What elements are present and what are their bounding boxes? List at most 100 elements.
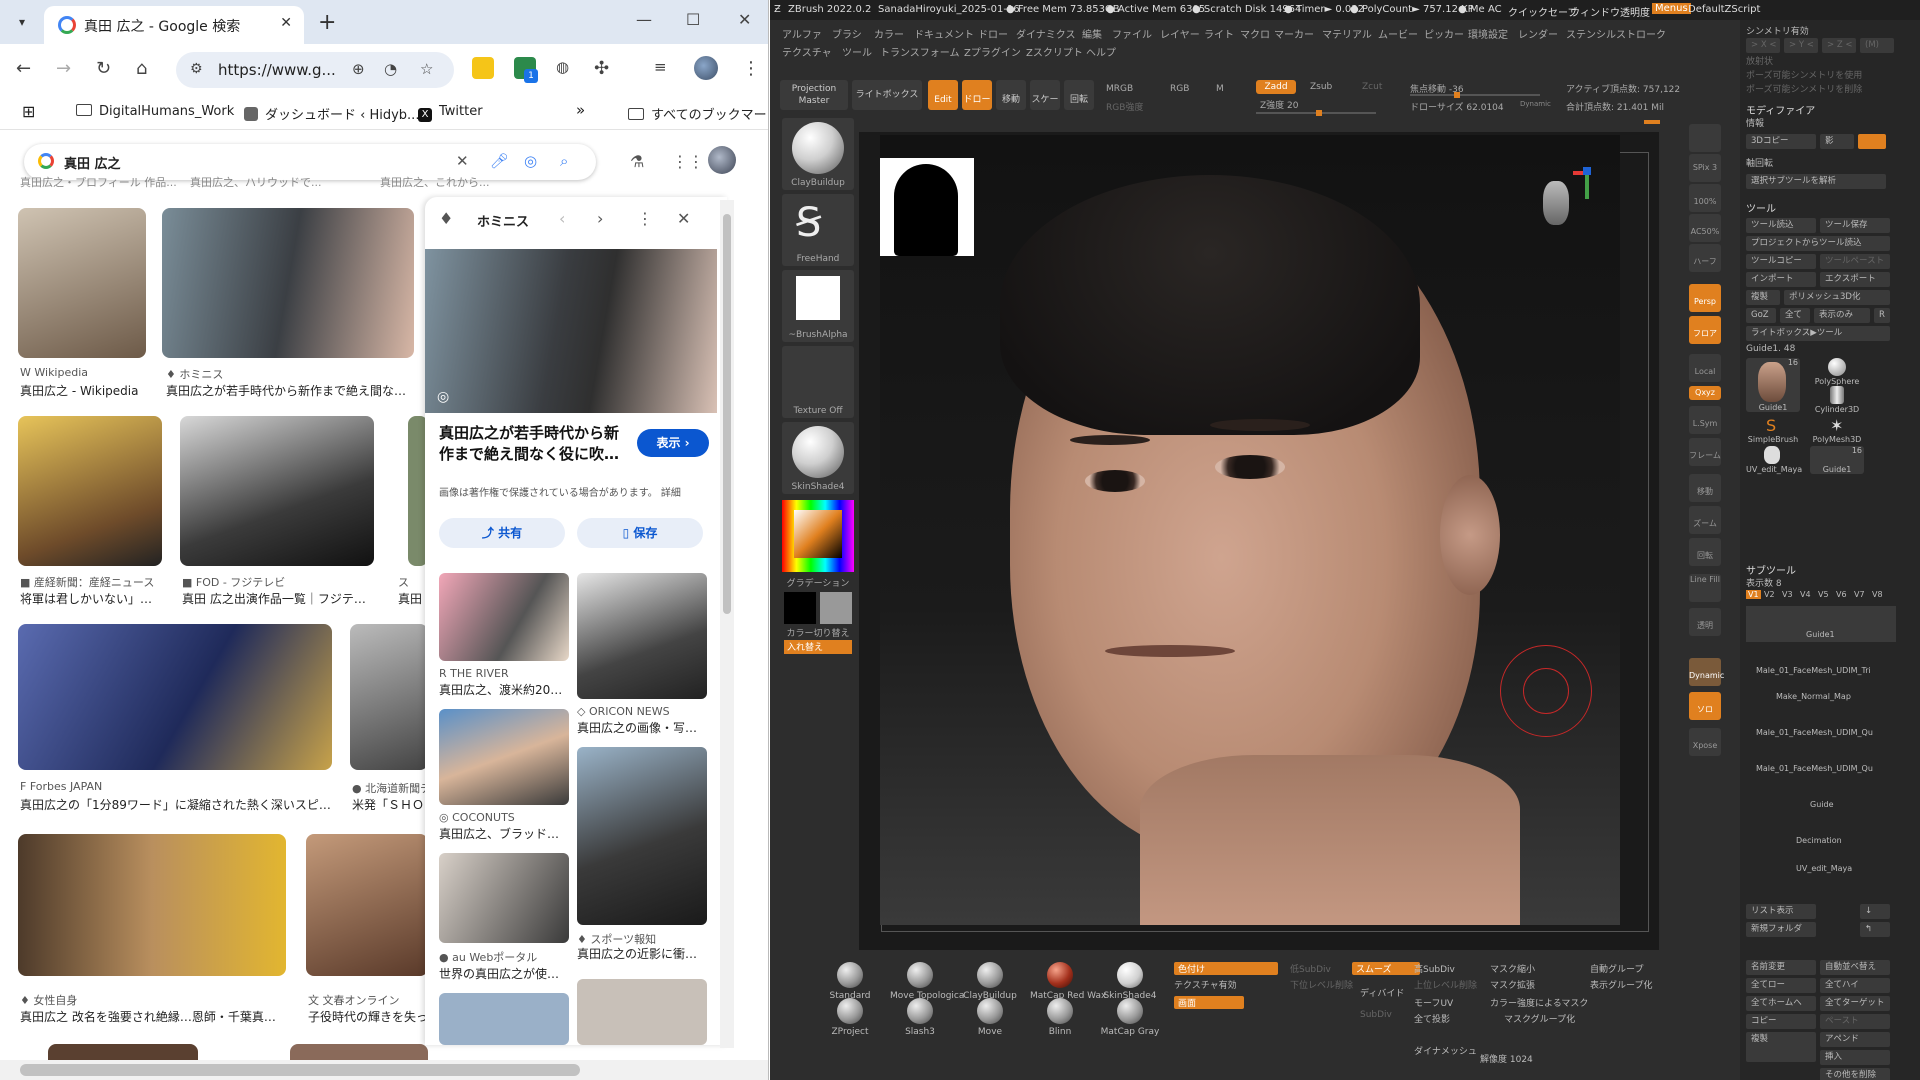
home-icon[interactable]: ⌂: [136, 58, 147, 79]
voice-search-icon[interactable]: 🎤︎: [490, 152, 509, 170]
color-picker[interactable]: [782, 500, 854, 572]
rgb-button[interactable]: RGB: [1170, 84, 1189, 94]
mask-group-button[interactable]: マスクグループ化: [1504, 1012, 1575, 1025]
copy-subtool-button[interactable]: コピー: [1746, 1014, 1816, 1029]
bookmarks-overflow[interactable]: »: [576, 101, 585, 119]
material-matcap-gray[interactable]: MatCap Gray: [1100, 994, 1160, 1058]
menu-item[interactable]: 環境設定: [1468, 26, 1508, 41]
lsym-button[interactable]: L.Sym: [1689, 406, 1721, 434]
result-title[interactable]: 米発「ＳＨＯ: [352, 796, 428, 813]
sym-z-button[interactable]: > Z <: [1822, 38, 1856, 53]
delete-other-button[interactable]: その他を削除: [1820, 1068, 1890, 1080]
address-bar[interactable]: ⚙ https://www.g... ⊕ ◔ ☆: [176, 52, 454, 88]
goz-r-button[interactable]: R: [1874, 308, 1890, 323]
color-square[interactable]: [794, 510, 842, 558]
menu-item[interactable]: ファイル: [1112, 26, 1152, 41]
related-title[interactable]: 真田広之、ブラッド…: [439, 825, 569, 842]
floor-button[interactable]: フロア: [1689, 316, 1721, 344]
tool-thumb[interactable]: UV_edit_Maya: [1746, 446, 1802, 474]
rotate-mode-button[interactable]: 回転: [1064, 80, 1094, 110]
auto-groups-button[interactable]: 自動グループ: [1590, 962, 1643, 975]
screen-toggle[interactable]: 画面: [1174, 996, 1244, 1009]
goz-all-button[interactable]: 全て: [1780, 308, 1810, 323]
paste-subtool-button[interactable]: ペースト: [1820, 1014, 1890, 1029]
axis-rotate-label[interactable]: 軸回転: [1746, 156, 1773, 169]
related-source[interactable]: ◇ ORICON NEWS: [577, 705, 670, 718]
delete-pose-sym-button[interactable]: ポーズ可能シンメトリを削除: [1746, 82, 1862, 95]
delete-lower-button[interactable]: 下位レベル削除: [1290, 978, 1353, 991]
result-image[interactable]: [18, 624, 332, 770]
back-icon[interactable]: ←: [16, 58, 31, 79]
spix-button[interactable]: SPix 3: [1689, 154, 1721, 182]
menu-item[interactable]: テクスチャ: [782, 44, 832, 59]
move-up-button[interactable]: ↰: [1860, 922, 1890, 937]
info-label[interactable]: 情報: [1746, 116, 1764, 129]
zscript-button[interactable]: DefaultZScript: [1688, 4, 1760, 15]
transparent-button[interactable]: 透明: [1689, 608, 1721, 636]
close-panel-icon[interactable]: ✕: [677, 209, 690, 228]
modifier-header[interactable]: モディファイア: [1746, 102, 1815, 117]
shadow-toggle[interactable]: [1858, 134, 1886, 149]
frame-button[interactable]: フレーム: [1689, 438, 1721, 466]
rgb-intensity-slider[interactable]: RGB強度: [1106, 100, 1143, 113]
related-image[interactable]: [439, 709, 569, 805]
swap-button[interactable]: 入れ替え: [784, 640, 852, 654]
bookmark-item[interactable]: ダッシュボード ‹ Hidyb...: [244, 104, 419, 123]
related-image[interactable]: [439, 993, 569, 1045]
subtool-item[interactable]: Guide: [1746, 786, 1896, 822]
duplicate-subtool-button[interactable]: 複製: [1746, 1032, 1816, 1062]
shadow-button[interactable]: 影: [1820, 134, 1854, 149]
material-selector[interactable]: SkinShade4: [782, 422, 854, 494]
material-blinn[interactable]: Blinn: [1030, 994, 1090, 1058]
menu-item[interactable]: ピッカー: [1424, 26, 1464, 41]
mask-shrink-button[interactable]: マスク縮小: [1490, 962, 1535, 975]
bookmark-star-icon[interactable]: ☆: [420, 60, 433, 78]
m-button[interactable]: M: [1216, 84, 1224, 94]
copy-tool-button[interactable]: ツールコピー: [1746, 254, 1816, 269]
vertical-scrollbar[interactable]: [720, 200, 734, 1048]
search-icon[interactable]: ⌕: [560, 152, 568, 170]
subtool-item[interactable]: Make_Normal_Map: [1746, 678, 1896, 714]
panel-title[interactable]: 真田広之が若手時代から新作まで絶え間なく役に吹…: [439, 423, 629, 465]
labs-icon[interactable]: ⚗: [630, 152, 644, 171]
rename-button[interactable]: 名前変更: [1746, 960, 1816, 975]
menu-item[interactable]: マクロ: [1240, 26, 1270, 41]
scale-mode-button[interactable]: スケール: [1030, 80, 1060, 145]
pose-sym-button[interactable]: ポーズ可能シンメトリを使用: [1746, 68, 1862, 81]
related-image[interactable]: [577, 979, 707, 1045]
dynamic-solo-button[interactable]: Dynamic: [1689, 658, 1724, 686]
close-window-icon[interactable]: ✕: [738, 10, 751, 29]
menu-item[interactable]: ライト: [1204, 26, 1234, 41]
menu-item[interactable]: トランスフォーム: [880, 44, 960, 59]
google-apps-icon[interactable]: ⋮⋮: [672, 152, 704, 171]
subtool-item[interactable]: Male_01_FaceMesh_UDIM_Qu: [1746, 714, 1896, 750]
menu-item[interactable]: ヘルプ: [1086, 44, 1116, 59]
menu-item[interactable]: ダイナミクス: [1016, 26, 1076, 41]
transparency-button[interactable]: ウィンドウ透明度: [1570, 4, 1650, 19]
subtool-item[interactable]: UV_edit_Maya: [1746, 858, 1896, 894]
group-visible-button[interactable]: 表示グループ化: [1590, 978, 1652, 991]
share-button[interactable]: ⤴ 共有: [439, 518, 565, 548]
result-title[interactable]: 真田 広之出演作品一覧｜フジテ…: [182, 590, 376, 607]
all-high-button[interactable]: 全てハイ: [1820, 978, 1890, 993]
menu-item[interactable]: アルファ: [782, 26, 822, 41]
faded-result-title[interactable]: 真田広之、ハリウッドで...: [190, 174, 322, 190]
related-image[interactable]: [577, 573, 707, 699]
clone-button[interactable]: 複製: [1746, 290, 1780, 305]
menus-button[interactable]: Menus: [1652, 3, 1691, 14]
sym-y-button[interactable]: > Y <: [1784, 38, 1818, 53]
draw-button[interactable]: ドロー: [962, 80, 992, 110]
tool-thumb[interactable]: 16 Guide1: [1810, 446, 1864, 474]
save-button[interactable]: ▯ 保存: [577, 518, 703, 548]
subtool-item[interactable]: Decimation: [1746, 822, 1896, 858]
persp-button[interactable]: Persp: [1689, 284, 1721, 312]
export-button[interactable]: エクスポート: [1820, 272, 1890, 287]
alpha-selector[interactable]: ~BrushAlpha: [782, 270, 854, 342]
brush-zproject[interactable]: ZProject: [820, 994, 880, 1058]
result-title[interactable]: 真田広之が若手時代から新作まで絶え間な…: [166, 382, 418, 399]
result-image[interactable]: [306, 834, 428, 976]
extension-icon[interactable]: [472, 57, 494, 79]
navigation-head-gizmo[interactable]: [1535, 167, 1591, 235]
result-image[interactable]: [18, 834, 286, 976]
clear-icon[interactable]: ✕: [456, 152, 469, 170]
